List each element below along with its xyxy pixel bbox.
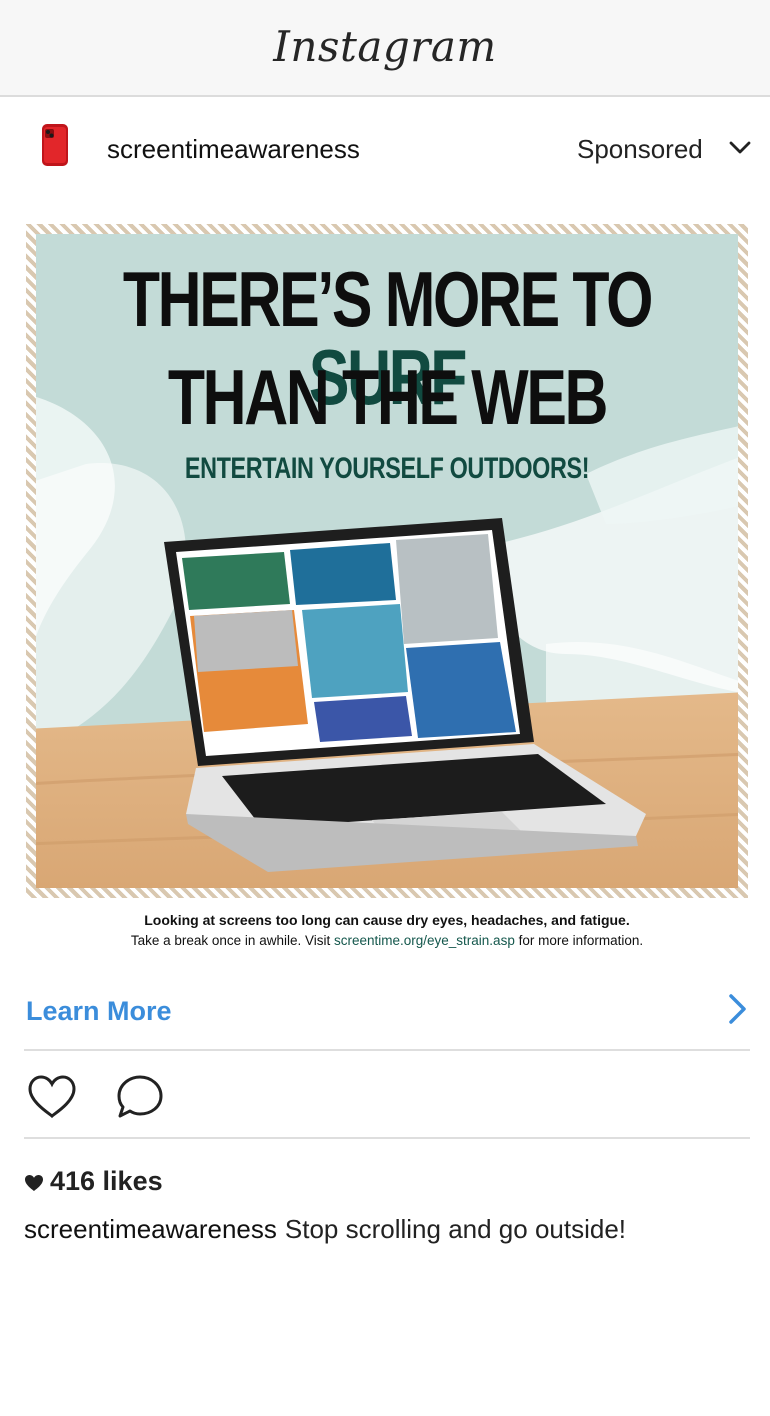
heart-filled-icon xyxy=(25,1174,43,1191)
heart-icon[interactable] xyxy=(26,1074,78,1120)
comment-icon[interactable] xyxy=(115,1073,165,1119)
caption-username[interactable]: screentimeawareness xyxy=(24,1214,277,1244)
likes-text: 416 likes xyxy=(50,1166,163,1196)
disclaimer-text-b: for more information. xyxy=(514,933,644,948)
caption-text: Stop scrolling and go outside! xyxy=(284,1214,627,1244)
ad-headline-line2: THAN THE WEB xyxy=(167,353,609,441)
chevron-down-icon[interactable] xyxy=(728,138,752,158)
post-username[interactable]: screentimeawareness xyxy=(107,134,360,165)
headline-text: THERE’S MORE TO xyxy=(122,255,654,343)
sponsored-label: Sponsored xyxy=(577,134,703,164)
disclaimer-text-a: Take a break once in awhile. Visit xyxy=(130,933,334,948)
disclaimer-line2: Take a break once in awhile. Visit scree… xyxy=(26,933,748,948)
divider xyxy=(24,1137,750,1139)
learn-more-link[interactable]: Learn More xyxy=(26,996,172,1027)
post-header: screentimeawareness Sponsored xyxy=(0,98,770,198)
ad-image[interactable]: THERE’S MORE TO SURF THAN THE WEB ENTERT… xyxy=(26,224,748,898)
ad-disclaimer: Looking at screens too long can cause dr… xyxy=(26,912,748,948)
ad-tagline: ENTERTAIN YOURSELF OUTDOORS! xyxy=(184,452,590,485)
app-header: Instagram xyxy=(0,0,770,97)
disclaimer-link: screentime.org/eye_strain.asp xyxy=(333,933,515,948)
disclaimer-line1: Looking at screens too long can cause dr… xyxy=(144,912,630,928)
caption: screentimeawareness Stop scrolling and go… xyxy=(24,1214,626,1245)
divider xyxy=(24,1049,750,1051)
phone-icon[interactable] xyxy=(40,123,70,167)
instagram-logo[interactable]: Instagram xyxy=(0,22,770,71)
chevron-right-icon[interactable] xyxy=(726,993,748,1025)
likes-count[interactable]: 416 likes xyxy=(24,1166,163,1197)
